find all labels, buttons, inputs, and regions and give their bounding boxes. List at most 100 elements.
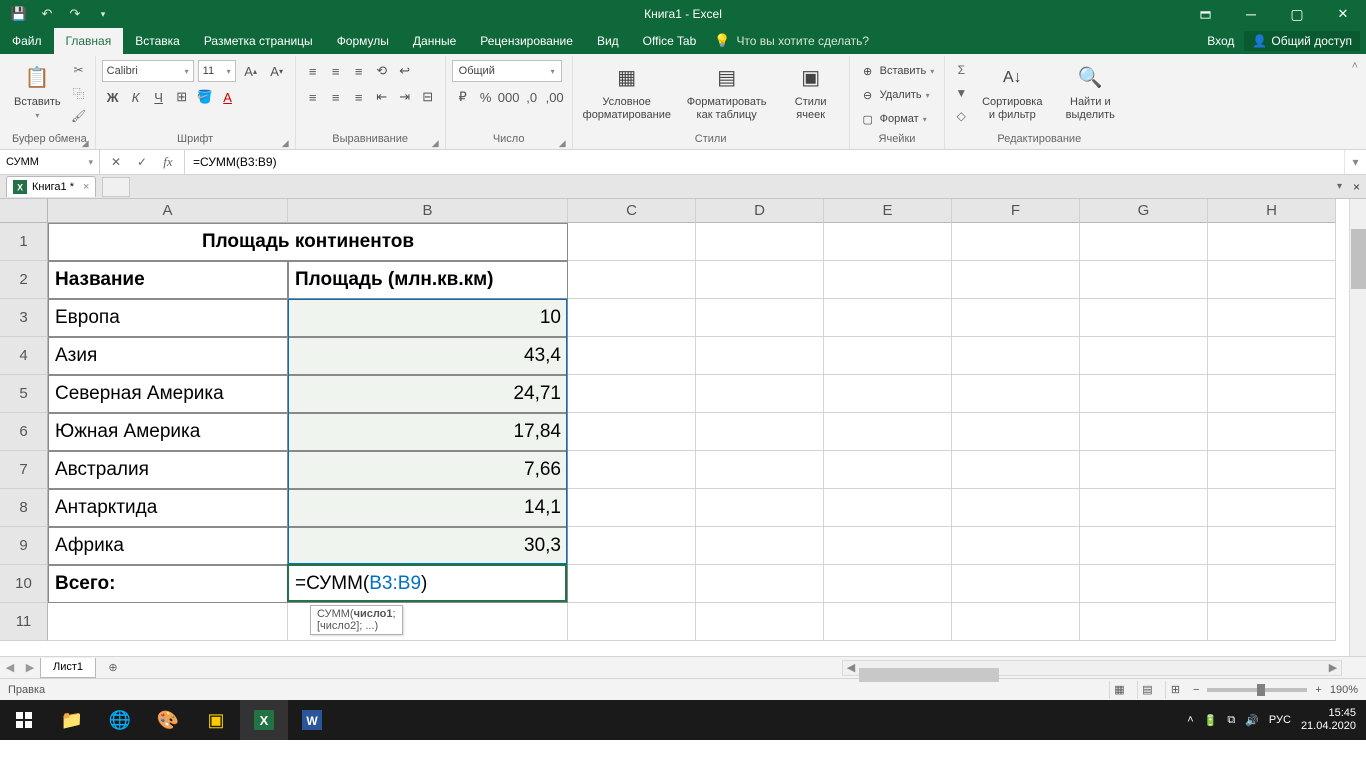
comma-icon[interactable]: 000	[498, 86, 520, 108]
cell-B10[interactable]: =СУММ(B3:B9)	[288, 565, 568, 603]
cell-F10[interactable]	[952, 565, 1080, 603]
cell-H7[interactable]	[1208, 451, 1336, 489]
cell-C7[interactable]	[568, 451, 696, 489]
insert-cells-button[interactable]: ⊕Вставить ▾	[856, 60, 939, 82]
fx-icon[interactable]: fx	[156, 152, 180, 172]
worksheet-grid[interactable]: ABCDEFGH 1234567891011 Площадь континент…	[0, 199, 1366, 656]
cell-D3[interactable]	[696, 299, 824, 337]
ribbon-options-icon[interactable]	[1182, 0, 1228, 28]
col-header-D[interactable]: D	[696, 199, 824, 223]
tab-page-layout[interactable]: Разметка страницы	[192, 28, 325, 54]
cell-F4[interactable]	[952, 337, 1080, 375]
cell-C3[interactable]	[568, 299, 696, 337]
tab-insert[interactable]: Вставка	[123, 28, 192, 54]
number-format-box[interactable]: Общий▾	[452, 60, 562, 82]
select-all-corner[interactable]	[0, 199, 48, 223]
cell-A1[interactable]: Площадь континентов	[48, 223, 568, 261]
cell-G4[interactable]	[1080, 337, 1208, 375]
formula-input[interactable]: =СУММ(B3:B9)	[185, 150, 1344, 174]
row-header-6[interactable]: 6	[0, 413, 48, 451]
row-header-11[interactable]: 11	[0, 603, 48, 641]
fill-icon[interactable]: ▼	[951, 83, 971, 103]
cell-B2[interactable]: Площадь (млн.кв.км)	[288, 261, 568, 299]
format-table-button[interactable]: ▤Форматировать как таблицу	[679, 60, 775, 124]
cell-H8[interactable]	[1208, 489, 1336, 527]
volume-icon[interactable]: 🔊	[1245, 714, 1259, 727]
cell-F3[interactable]	[952, 299, 1080, 337]
cell-A11[interactable]	[48, 603, 288, 641]
inc-decimal-icon[interactable]: ,0	[521, 86, 543, 108]
cell-F6[interactable]	[952, 413, 1080, 451]
cell-G6[interactable]	[1080, 413, 1208, 451]
border-button[interactable]: ⊞	[171, 86, 193, 108]
font-color-button[interactable]: A	[217, 86, 239, 108]
cell-G5[interactable]	[1080, 375, 1208, 413]
percent-icon[interactable]: %	[475, 86, 497, 108]
col-header-F[interactable]: F	[952, 199, 1080, 223]
cell-G2[interactable]	[1080, 261, 1208, 299]
cell-B3[interactable]: 10	[288, 299, 568, 337]
cell-D4[interactable]	[696, 337, 824, 375]
row-header-1[interactable]: 1	[0, 223, 48, 261]
share-button[interactable]: 👤 Общий доступ	[1244, 31, 1360, 51]
cell-F8[interactable]	[952, 489, 1080, 527]
row-header-9[interactable]: 9	[0, 527, 48, 565]
cell-E3[interactable]	[824, 299, 952, 337]
cell-C9[interactable]	[568, 527, 696, 565]
cell-C10[interactable]	[568, 565, 696, 603]
tab-office-tab[interactable]: Office Tab	[631, 28, 709, 54]
cell-B4[interactable]: 43,4	[288, 337, 568, 375]
paste-button[interactable]: 📋 Вставить ▾	[10, 60, 65, 123]
tab-file[interactable]: Файл	[0, 28, 54, 54]
clear-icon[interactable]: ◇	[951, 106, 971, 126]
row-header-3[interactable]: 3	[0, 299, 48, 337]
scroll-left-icon[interactable]: ◀	[843, 661, 859, 674]
cancel-formula-icon[interactable]: ✕	[104, 152, 128, 172]
workbook-tab[interactable]: X Книга1 * ×	[6, 176, 96, 197]
expand-formula-icon[interactable]: ▾	[1344, 150, 1366, 174]
col-header-E[interactable]: E	[824, 199, 952, 223]
cell-G1[interactable]	[1080, 223, 1208, 261]
cell-A8[interactable]: Антарктида	[48, 489, 288, 527]
cell-C4[interactable]	[568, 337, 696, 375]
cell-H2[interactable]	[1208, 261, 1336, 299]
enter-formula-icon[interactable]: ✓	[130, 152, 154, 172]
save-icon[interactable]: 💾	[8, 3, 30, 25]
cell-G9[interactable]	[1080, 527, 1208, 565]
cell-B5[interactable]: 24,71	[288, 375, 568, 413]
app-icon[interactable]: ▣	[192, 700, 240, 740]
cell-G11[interactable]	[1080, 603, 1208, 641]
cell-F7[interactable]	[952, 451, 1080, 489]
col-header-G[interactable]: G	[1080, 199, 1208, 223]
cell-C6[interactable]	[568, 413, 696, 451]
cell-G10[interactable]	[1080, 565, 1208, 603]
format-cells-button[interactable]: ▢Формат ▾	[856, 108, 931, 130]
word-icon[interactable]: W	[288, 700, 336, 740]
redo-icon[interactable]: ↷	[64, 3, 86, 25]
vertical-scrollbar[interactable]	[1349, 199, 1366, 656]
cell-A9[interactable]: Африка	[48, 527, 288, 565]
network-icon[interactable]: ⧉	[1227, 714, 1235, 727]
cell-D7[interactable]	[696, 451, 824, 489]
autosum-icon[interactable]: Σ	[951, 60, 971, 80]
cell-D10[interactable]	[696, 565, 824, 603]
launcher-icon[interactable]: ◢	[432, 138, 439, 149]
cell-A4[interactable]: Азия	[48, 337, 288, 375]
cell-A10[interactable]: Всего:	[48, 565, 288, 603]
cell-F11[interactable]	[952, 603, 1080, 641]
cell-H11[interactable]	[1208, 603, 1336, 641]
tab-menu-icon[interactable]: ▾	[1337, 181, 1342, 192]
cell-G7[interactable]	[1080, 451, 1208, 489]
cell-B6[interactable]: 17,84	[288, 413, 568, 451]
language-label[interactable]: РУС	[1269, 714, 1291, 726]
cell-G8[interactable]	[1080, 489, 1208, 527]
sort-filter-button[interactable]: A↓Сортировка и фильтр	[975, 60, 1049, 124]
row-header-8[interactable]: 8	[0, 489, 48, 527]
italic-button[interactable]: К	[125, 86, 147, 108]
excel-icon[interactable]: X	[240, 700, 288, 740]
name-box[interactable]: СУММ▾	[0, 150, 100, 174]
cell-D11[interactable]	[696, 603, 824, 641]
battery-icon[interactable]: 🔋	[1204, 714, 1218, 727]
font-size-box[interactable]: 11▾	[198, 60, 236, 82]
scroll-thumb[interactable]	[859, 668, 999, 682]
